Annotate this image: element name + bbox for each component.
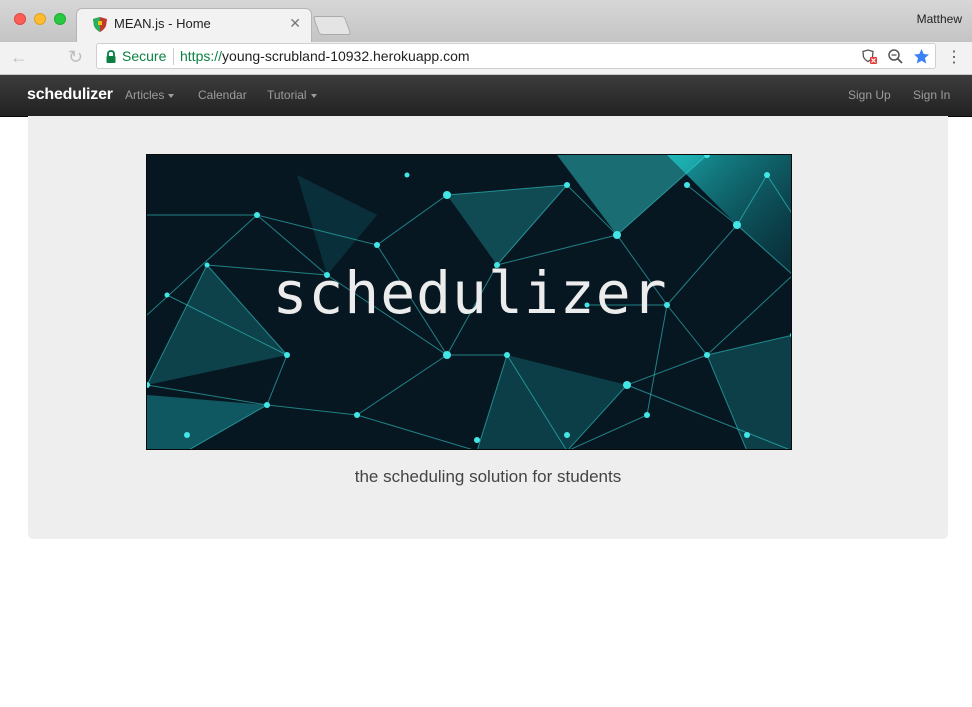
site-navbar: schedulizer Articles Calendar Tutorial S… (0, 75, 972, 117)
nav-calendar-link[interactable]: Calendar (198, 88, 247, 102)
new-tab-button[interactable] (312, 16, 352, 35)
browser-toolbar: ← ↻ Secure https://young-scrubland-10932… (0, 42, 972, 75)
sign-up-link[interactable]: Sign Up (848, 88, 891, 102)
caret-down-icon (168, 93, 175, 98)
shield-favicon-icon (93, 17, 107, 32)
window-minimize-button[interactable] (34, 13, 46, 25)
nav-articles-dropdown[interactable]: Articles (125, 88, 175, 102)
secure-label: Secure (122, 48, 167, 64)
browser-tab-active[interactable]: MEAN.js - Home ✕ (76, 8, 312, 42)
url-scheme: https:// (180, 48, 223, 64)
lock-icon (106, 50, 116, 63)
hero-tagline: the scheduling solution for students (354, 467, 622, 486)
address-bar[interactable]: Secure https://young-scrubland-10932.her… (96, 43, 936, 69)
reload-icon[interactable]: ↻ (68, 47, 83, 68)
nav-tutorial-label: Tutorial (267, 88, 307, 102)
star-icon[interactable] (913, 48, 930, 65)
browser-tab-strip: MEAN.js - Home ✕ Matthew (0, 0, 972, 42)
close-icon[interactable]: ✕ (289, 15, 301, 32)
nav-articles-label: Articles (125, 88, 165, 102)
url-text[interactable]: https://young-scrubland-10932.herokuapp.… (180, 48, 470, 64)
zoom-icon[interactable] (887, 48, 904, 65)
tab-title: MEAN.js - Home (114, 16, 211, 31)
window-maximize-button[interactable] (54, 13, 66, 25)
shield-blocked-icon[interactable] (861, 48, 878, 65)
hero-banner-text: schedulizer (272, 259, 668, 327)
window-close-button[interactable] (14, 13, 26, 25)
hero-banner-image: schedulizer (146, 154, 792, 450)
menu-dots-icon[interactable]: ⋮ (946, 47, 962, 67)
url-host: young-scrubland-10932.herokuapp.com (222, 48, 470, 64)
caret-down-icon (310, 93, 317, 98)
profile-name[interactable]: Matthew (917, 12, 962, 26)
brand-link[interactable]: schedulizer (27, 86, 113, 104)
sign-in-link[interactable]: Sign In (913, 88, 950, 102)
nav-tutorial-dropdown[interactable]: Tutorial (267, 88, 317, 102)
address-separator (173, 48, 174, 65)
back-arrow-icon[interactable]: ← (10, 47, 28, 68)
